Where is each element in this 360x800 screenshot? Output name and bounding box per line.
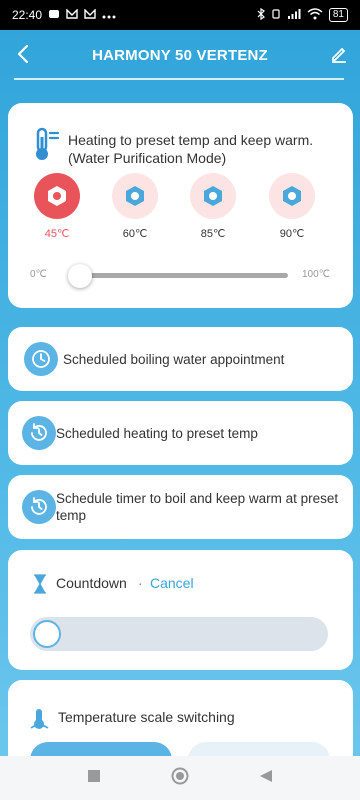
status-right: 81 [257,7,348,23]
slider-min-label: 0℃ [30,269,47,280]
bluetooth-icon [257,7,265,23]
clock: 22:40 [12,8,43,22]
signal-icon [287,8,301,23]
triangle-back-icon [260,769,272,782]
preset-circle [190,173,236,219]
edit-button[interactable] [326,41,352,67]
schedule-boil-keep-warm-item[interactable]: Schedule timer to boil and keep warm at … [8,475,353,539]
hexagon-nut-icon [126,186,144,206]
slider-track[interactable] [72,273,288,278]
list-item-label: Scheduled heating to preset temp [56,425,258,441]
thermometer-icon [30,708,50,735]
timer-refresh-icon [22,416,56,450]
back-button[interactable] [10,41,36,67]
preset-60-button[interactable]: 60℃ [110,173,160,240]
schedule-preset-heating-item[interactable]: Scheduled heating to preset temp [8,401,353,465]
preset-circle [34,173,80,219]
preset-label: 45℃ [44,228,70,240]
hexagon-nut-icon [204,186,222,206]
header-divider [14,78,344,80]
chevron-left-icon [17,45,29,63]
hexagon-nut-icon [48,186,66,206]
list-item-label: Schedule timer to boil and keep warm at … [56,491,339,523]
clock-icon [24,342,58,376]
countdown-label: Countdown [56,575,127,591]
app-header: HARMONY 50 VERTENZ [0,30,360,80]
preset-circle [112,173,158,219]
gmail-icon [66,8,78,22]
heating-mode-card: Heating to preset temp and keep warm.(Wa… [8,103,353,308]
preset-85-button[interactable]: 85℃ [188,173,238,240]
system-nav-bar [0,756,360,800]
preset-label: 90℃ [279,228,305,240]
page-title: HARMONY 50 VERTENZ [92,46,268,64]
more-notifications-icon [102,8,116,22]
timer-refresh-icon [22,490,56,524]
preset-45-button[interactable]: 45℃ [32,173,82,240]
countdown-slider-thumb[interactable] [33,620,61,648]
pencil-icon [332,47,346,63]
preset-90-button[interactable]: 90℃ [267,173,317,240]
status-left: 22:40 [12,8,116,23]
circle-icon [171,767,189,784]
schedule-boiling-appointment-item[interactable]: Scheduled boiling water appointment [8,327,353,391]
temperature-scale-label: Temperature scale switching [58,709,235,725]
hexagon-nut-icon [283,186,301,206]
countdown-cancel-link[interactable]: Cancel [150,575,194,591]
slider-max-label: 100℃ [302,269,330,280]
separator-dot: · [138,575,143,591]
recent-apps-button[interactable] [87,769,101,788]
gmail-icon-2 [84,8,96,22]
heating-mode-description: Heating to preset temp and keep warm.(Wa… [68,132,314,166]
mute-icon [271,8,281,23]
slider-thumb[interactable] [68,264,92,288]
countdown-card: Countdown · Cancel [8,550,353,670]
preset-temperature-row: 45℃ 60℃ 85℃ 90℃ [8,173,353,243]
hourglass-icon [32,574,48,599]
preset-label: 60℃ [122,228,148,240]
list-item-label: Scheduled boiling water appointment [63,351,285,367]
home-button[interactable] [171,767,189,790]
square-icon [88,769,100,782]
preset-label: 85℃ [200,228,226,240]
thermometer-icon [32,127,62,168]
countdown-slider[interactable] [30,617,328,651]
temperature-slider: 0℃ 100℃ [8,264,353,288]
status-bar: 22:40 81 [0,0,360,30]
preset-circle [269,173,315,219]
back-nav-button[interactable] [259,769,273,788]
notification-icon [48,8,60,23]
battery-indicator: 81 [328,8,348,22]
wifi-icon [307,7,323,23]
